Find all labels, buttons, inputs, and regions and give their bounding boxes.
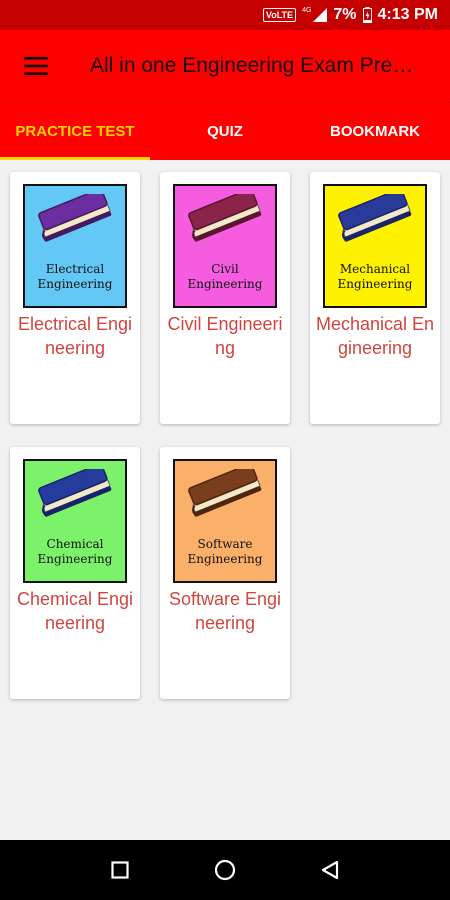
- cover-title-line1: Chemical: [46, 537, 104, 551]
- cover-title-line2: Engineering: [37, 552, 113, 566]
- hamburger-menu-icon: [24, 57, 48, 75]
- subject-card-mechanical[interactable]: Mechanical Engineering Mechanical Engine…: [310, 172, 440, 424]
- subject-card-civil[interactable]: Civil Engineering Civil Engineering: [160, 172, 290, 424]
- card-label: Mechanical Engineering: [315, 314, 435, 358]
- cover-title: Software Engineering: [175, 537, 275, 567]
- book-cover: Mechanical Engineering: [323, 184, 427, 308]
- menu-button[interactable]: [0, 30, 72, 102]
- cover-title: Mechanical Engineering: [325, 262, 425, 292]
- cover-title-line2: Engineering: [187, 552, 263, 566]
- tab-practice-test[interactable]: PRACTICE TEST: [0, 103, 150, 160]
- book-cover: Civil Engineering: [173, 184, 277, 308]
- book-icon: [38, 194, 112, 242]
- subject-card-software[interactable]: Software Engineering Software Engineerin…: [160, 447, 290, 699]
- status-bar: VoLTE 4G 7% 4:13 PM: [0, 0, 450, 30]
- cover-title: Civil Engineering: [175, 262, 275, 292]
- back-button[interactable]: [310, 850, 350, 890]
- book-cover: Electrical Engineering: [23, 184, 127, 308]
- network-type: 4G: [302, 7, 312, 14]
- cover-title-line2: Engineering: [187, 277, 263, 291]
- signal-icon: [313, 8, 328, 22]
- cover-title-line2: Engineering: [37, 277, 113, 291]
- subject-card-electrical[interactable]: Electrical Engineering Electrical Engine…: [10, 172, 140, 424]
- circle-home-icon: [214, 859, 236, 881]
- book-icon: [188, 469, 262, 517]
- square-recents-icon: [111, 861, 129, 879]
- card-label: Software Engineering: [168, 589, 282, 633]
- cover-title-line1: Electrical: [45, 262, 105, 276]
- cover-title-line1: Mechanical: [339, 262, 411, 276]
- cover-title-line1: Software: [197, 537, 253, 551]
- book-icon: [338, 194, 412, 242]
- book-cover: Chemical Engineering: [23, 459, 127, 583]
- battery-charging-icon: [362, 7, 372, 23]
- recents-button[interactable]: [100, 850, 140, 890]
- book-icon: [38, 469, 112, 517]
- card-label: Chemical Engineering: [16, 589, 134, 633]
- app-bar: All in one Engineering Exam Preparation: [0, 30, 450, 102]
- subject-card-chemical[interactable]: Chemical Engineering Chemical Engineerin…: [10, 447, 140, 699]
- tab-quiz[interactable]: QUIZ: [150, 103, 300, 160]
- volte-indicator: VoLTE: [262, 8, 297, 22]
- cover-title: Electrical Engineering: [25, 262, 125, 292]
- app-title: All in one Engineering Exam Preparation: [90, 54, 420, 77]
- cover-title: Chemical Engineering: [25, 537, 125, 567]
- home-button[interactable]: [205, 850, 245, 890]
- system-nav-bar: [0, 840, 450, 900]
- book-cover: Software Engineering: [173, 459, 277, 583]
- clock: 4:13 PM: [377, 6, 438, 23]
- cover-title-line1: Civil: [211, 262, 239, 276]
- book-icon: [188, 194, 262, 242]
- tab-bookmark[interactable]: BOOKMARK: [300, 103, 450, 160]
- card-label: Civil Engineering: [167, 314, 283, 358]
- card-label: Electrical Engineering: [17, 314, 133, 358]
- triangle-back-icon: [321, 860, 338, 880]
- battery-percent: 7%: [333, 6, 357, 23]
- cover-title-line2: Engineering: [337, 277, 413, 291]
- tab-bar: PRACTICE TEST QUIZ BOOKMARK: [0, 102, 450, 160]
